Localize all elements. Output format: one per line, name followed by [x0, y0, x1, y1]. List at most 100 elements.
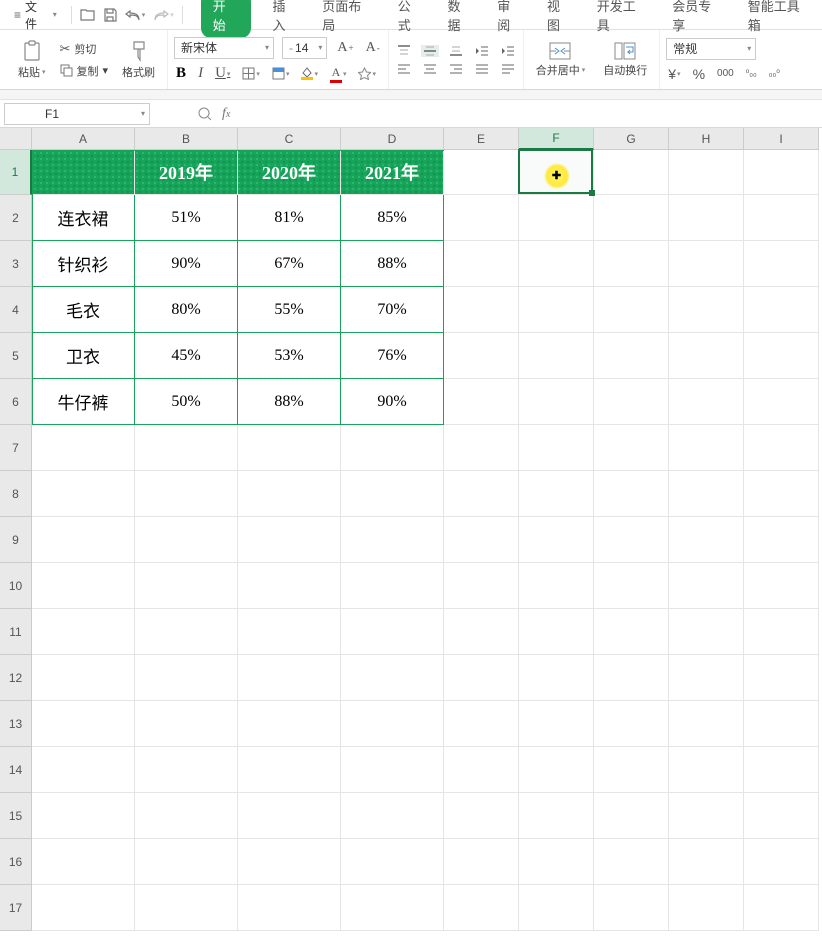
- table-cell-r4-cC[interactable]: 55%: [238, 287, 341, 333]
- cell-G5[interactable]: [594, 333, 669, 379]
- cell-E17[interactable]: [444, 885, 519, 931]
- cell-style-button[interactable]: ▾: [270, 67, 292, 80]
- table-cell-r6-cB[interactable]: 50%: [135, 379, 238, 425]
- table-cell-r4-cD[interactable]: 70%: [341, 287, 444, 333]
- column-header-I[interactable]: I: [744, 128, 819, 150]
- cell-I14[interactable]: [744, 747, 819, 793]
- cell-H4[interactable]: [669, 287, 744, 333]
- name-box[interactable]: F1 ▾: [4, 103, 150, 125]
- spreadsheet-grid[interactable]: ABCDEFGHI 1234567891011121314151617 2019…: [0, 128, 822, 948]
- increase-decimal-button[interactable]: ⁰₀₀: [744, 69, 759, 78]
- cell-B9[interactable]: [135, 517, 238, 563]
- cell-H1[interactable]: [669, 150, 744, 195]
- cell-I17[interactable]: [744, 885, 819, 931]
- cell-A14[interactable]: [32, 747, 135, 793]
- table-cell-r2-cC[interactable]: 81%: [238, 195, 341, 241]
- cell-F3[interactable]: [519, 241, 594, 287]
- formula-input[interactable]: [236, 103, 822, 125]
- decrease-decimal-button[interactable]: ₀₀⁰: [767, 69, 782, 78]
- cell-H6[interactable]: [669, 379, 744, 425]
- cell-I9[interactable]: [744, 517, 819, 563]
- cell-D12[interactable]: [341, 655, 444, 701]
- cell-F7[interactable]: [519, 425, 594, 471]
- cell-B7[interactable]: [135, 425, 238, 471]
- cell-E5[interactable]: [444, 333, 519, 379]
- row-header-14[interactable]: 14: [0, 747, 32, 793]
- cell-D8[interactable]: [341, 471, 444, 517]
- cell-B15[interactable]: [135, 793, 238, 839]
- cell-G12[interactable]: [594, 655, 669, 701]
- cell-E2[interactable]: [444, 195, 519, 241]
- cell-I16[interactable]: [744, 839, 819, 885]
- cell-G2[interactable]: [594, 195, 669, 241]
- row-header-16[interactable]: 16: [0, 839, 32, 885]
- cell-G1[interactable]: [594, 150, 669, 195]
- bold-button[interactable]: B: [174, 65, 188, 82]
- paste-button[interactable]: 粘贴▾: [12, 38, 52, 82]
- cell-D16[interactable]: [341, 839, 444, 885]
- cell-H5[interactable]: [669, 333, 744, 379]
- cell-I10[interactable]: [744, 563, 819, 609]
- cell-H3[interactable]: [669, 241, 744, 287]
- decrease-indent-button[interactable]: [473, 45, 491, 57]
- cell-H14[interactable]: [669, 747, 744, 793]
- italic-button[interactable]: I: [196, 65, 205, 82]
- table-cell-r4-cB[interactable]: 80%: [135, 287, 238, 333]
- copy-button[interactable]: 复制▾: [58, 62, 111, 80]
- cell-C13[interactable]: [238, 701, 341, 747]
- column-header-E[interactable]: E: [444, 128, 519, 150]
- table-cell-r3-cC[interactable]: 67%: [238, 241, 341, 287]
- cell-G6[interactable]: [594, 379, 669, 425]
- cell-I12[interactable]: [744, 655, 819, 701]
- cell-H15[interactable]: [669, 793, 744, 839]
- fx-button[interactable]: fx: [222, 106, 230, 122]
- cell-E9[interactable]: [444, 517, 519, 563]
- cell-B14[interactable]: [135, 747, 238, 793]
- cell-B10[interactable]: [135, 563, 238, 609]
- cell-F4[interactable]: [519, 287, 594, 333]
- table-cell-r2-cA[interactable]: 连衣裙: [32, 195, 135, 241]
- row-header-13[interactable]: 13: [0, 701, 32, 747]
- cell-I1[interactable]: [744, 150, 819, 195]
- cell-H16[interactable]: [669, 839, 744, 885]
- font-family-select[interactable]: 新宋体▾: [174, 37, 274, 59]
- cell-I5[interactable]: [744, 333, 819, 379]
- cell-D17[interactable]: [341, 885, 444, 931]
- percent-button[interactable]: %: [691, 66, 707, 82]
- cell-A12[interactable]: [32, 655, 135, 701]
- align-bottom-button[interactable]: [447, 45, 465, 57]
- cell-D7[interactable]: [341, 425, 444, 471]
- cell-B8[interactable]: [135, 471, 238, 517]
- row-header-5[interactable]: 5: [0, 333, 32, 379]
- cell-G9[interactable]: [594, 517, 669, 563]
- table-header-blank[interactable]: [32, 150, 135, 195]
- decrease-font-button[interactable]: A-: [364, 40, 382, 56]
- fill-color-button[interactable]: ▾: [299, 67, 320, 80]
- cell-C10[interactable]: [238, 563, 341, 609]
- cell-F9[interactable]: [519, 517, 594, 563]
- cell-F14[interactable]: [519, 747, 594, 793]
- column-header-A[interactable]: A: [32, 128, 135, 150]
- align-right-button[interactable]: [447, 63, 465, 75]
- cell-D13[interactable]: [341, 701, 444, 747]
- table-cell-r6-cD[interactable]: 90%: [341, 379, 444, 425]
- cut-button[interactable]: ✂剪切: [58, 40, 111, 58]
- row-header-1[interactable]: 1: [0, 150, 32, 195]
- cell-H2[interactable]: [669, 195, 744, 241]
- cell-F15[interactable]: [519, 793, 594, 839]
- cell-H7[interactable]: [669, 425, 744, 471]
- cell-G16[interactable]: [594, 839, 669, 885]
- cell-G8[interactable]: [594, 471, 669, 517]
- table-cell-r2-cB[interactable]: 51%: [135, 195, 238, 241]
- cell-D9[interactable]: [341, 517, 444, 563]
- cell-E13[interactable]: [444, 701, 519, 747]
- table-header-2019年[interactable]: 2019年: [135, 150, 238, 195]
- cell-A16[interactable]: [32, 839, 135, 885]
- row-header-10[interactable]: 10: [0, 563, 32, 609]
- table-header-2021年[interactable]: 2021年: [341, 150, 444, 195]
- align-middle-button[interactable]: [421, 45, 439, 57]
- cell-F1[interactable]: [519, 150, 594, 195]
- justify-button[interactable]: [473, 63, 491, 75]
- cell-C17[interactable]: [238, 885, 341, 931]
- table-cell-r4-cA[interactable]: 毛衣: [32, 287, 135, 333]
